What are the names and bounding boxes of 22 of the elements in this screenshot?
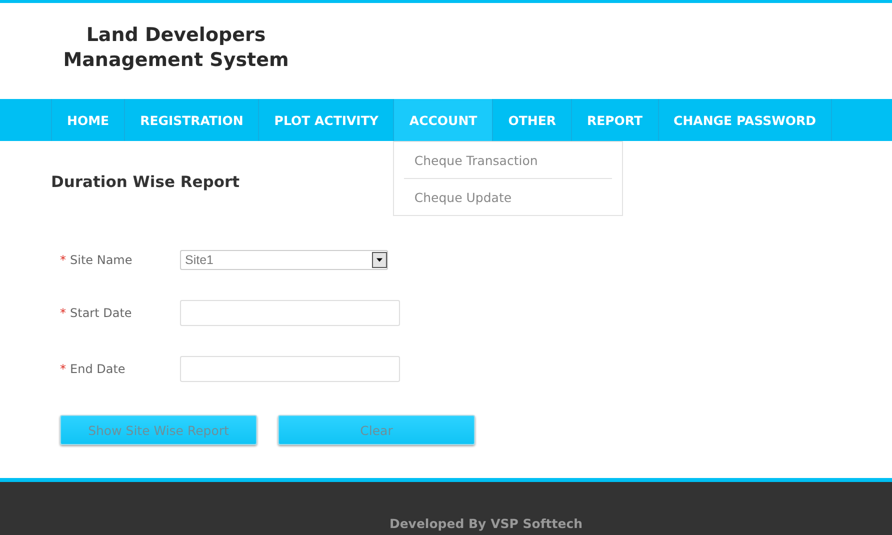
form-button[interactable]: Clear (278, 415, 475, 445)
app-logo-title: Land Developers Management System (62, 23, 290, 73)
required-asterisk: * (60, 306, 66, 320)
field-label: End Date (70, 362, 126, 376)
date-input-field[interactable] (180, 300, 400, 326)
required-asterisk: * (60, 362, 66, 376)
caret-icon[interactable] (372, 252, 387, 268)
date-input-field[interactable] (180, 356, 400, 382)
field-label: Site Name (70, 253, 132, 267)
site-select[interactable]: Site1 (180, 250, 388, 270)
field-label: Start Date (70, 306, 132, 320)
nav-tab[interactable]: OTHER (492, 99, 571, 141)
page-title: Duration Wise Report (51, 173, 241, 191)
required-asterisk: * (60, 253, 66, 267)
menu-item[interactable]: Cheque Update (404, 178, 612, 215)
footer-credit: Developed By VSP Softtech (389, 516, 583, 533)
nav-tab[interactable]: CHANGE PASSWORD (658, 99, 832, 141)
nav-tab[interactable]: REPORT (570, 99, 658, 141)
nav-tab[interactable]: REGISTRATION (124, 99, 258, 141)
menu-item[interactable]: Cheque Transaction (404, 142, 612, 178)
nav-tab[interactable]: HOME (51, 99, 124, 141)
form-button[interactable]: Show Site Wise Report (60, 415, 257, 445)
